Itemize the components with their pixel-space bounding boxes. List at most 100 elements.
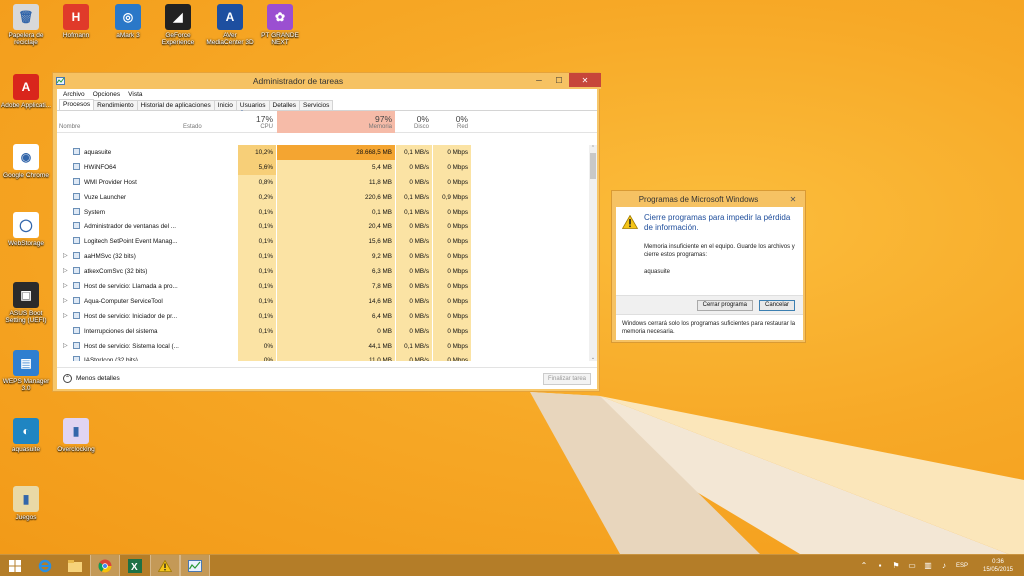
tab-servicios[interactable]: Servicios — [299, 100, 334, 110]
tray-app-icon[interactable]: ▪ — [874, 561, 886, 571]
warning-dialog-button[interactable] — [150, 554, 180, 576]
start-button[interactable] — [0, 555, 30, 576]
excel-button[interactable]: X — [120, 555, 150, 576]
scroll-up-icon[interactable]: ⌃ — [589, 145, 597, 151]
close-button[interactable]: ✕ — [569, 73, 601, 87]
clock[interactable]: 0:36 15/05/2015 — [978, 558, 1018, 574]
cancel-button[interactable]: Cancelar — [758, 299, 795, 311]
process-cpu: 0,1% — [238, 308, 276, 324]
tab-detalles[interactable]: Detalles — [268, 100, 301, 110]
desktop-icon[interactable]: ◐ aquasuite — [0, 418, 52, 453]
process-icon — [73, 222, 80, 230]
col-network[interactable]: 0% Red — [433, 111, 471, 133]
table-row[interactable]: IAStorIcon (32 bits) 0% 11,0 MB 0 MB/s 0 Mbp… — [57, 353, 593, 361]
desktop-icon[interactable]: ▤ WEPS Manager 3.0 — [0, 350, 52, 392]
tray-arrow-icon[interactable]: ⌃ — [858, 561, 870, 571]
file-explorer-button[interactable] — [60, 555, 90, 576]
chrome-button[interactable] — [90, 554, 120, 576]
table-row[interactable]: Vuze Launcher 0,2% 220,6 MB 0,1 MB/s 0,9 Mbp… — [57, 189, 593, 205]
vertical-scrollbar[interactable]: ⌃ ⌄ — [589, 145, 597, 361]
desktop-icon-label: WEPS Manager 3.0 — [2, 378, 50, 392]
desktop-icon[interactable]: ▮ Juegos — [0, 486, 52, 521]
table-row[interactable]: Interrupciones del sistema 0,1% 0 MB 0 MB/s… — [57, 323, 593, 339]
table-row[interactable]: ▷ Host de servicio: Llamada a pro... 0,1% 7… — [57, 279, 593, 295]
col-name[interactable]: Nombre — [59, 123, 159, 133]
desktop-icon-label: Juegos — [15, 514, 37, 521]
desktop-icon[interactable]: ◎ aMark 3 — [102, 4, 154, 39]
desktop-icon[interactable]: A AVer MediaCenter 3D — [204, 4, 256, 46]
tab-procesos[interactable]: Procesos — [59, 99, 95, 110]
expand-arrow-icon[interactable]: ▷ — [63, 339, 68, 354]
desktop-icon[interactable]: ▣ ASUS Boot Setting (UEFI) — [0, 282, 52, 324]
expand-arrow-icon[interactable]: ▷ — [63, 249, 68, 264]
ie-button[interactable] — [30, 555, 60, 576]
tab-historial[interactable]: Historial de aplicaciones — [136, 100, 215, 110]
process-icon — [73, 207, 80, 215]
process-name: ▷ Host de servicio: Llamada a pro... — [57, 279, 237, 294]
col-disk[interactable]: 0% Disco — [396, 111, 432, 133]
dialog-titlebar[interactable]: Programas de Microsoft Windows ✕ — [612, 191, 805, 207]
scroll-down-icon[interactable]: ⌄ — [589, 355, 597, 361]
table-row[interactable]: Logitech SetPoint Event Manag... 0,1% 15,6… — [57, 234, 593, 250]
expand-arrow-icon[interactable]: ▷ — [63, 294, 68, 309]
table-row[interactable]: aquasuite 10,2% 28.668,5 MB 0,1 MB/s 0 Mbps — [57, 145, 593, 160]
tab-rendimiento[interactable]: Rendimiento — [93, 100, 138, 110]
process-icon — [73, 162, 80, 170]
table-row[interactable]: WMI Provider Host 0,8% 11,8 MB 0 MB/s 0 Mbps — [57, 174, 593, 190]
table-row[interactable]: ▷ Aqua-Computer ServiceTool 0,1% 14,6 MB 0 M… — [57, 293, 593, 309]
table-row[interactable]: HWiNFO64 5,6% 5,4 MB 0 MB/s 0 Mbps — [57, 159, 593, 175]
menu-vista[interactable]: Vista — [124, 91, 146, 98]
process-disk: 0 MB/s — [396, 264, 432, 280]
close-program-button[interactable]: Cerrar programa — [696, 299, 753, 311]
tab-inicio[interactable]: Inicio — [213, 100, 237, 110]
tab-usuarios[interactable]: Usuarios — [235, 100, 270, 110]
task-manager-button[interactable] — [180, 554, 210, 576]
maximize-button[interactable]: ☐ — [549, 73, 569, 87]
table-row[interactable]: ▷ Host de servicio: Sistema local (... 0% 4… — [57, 338, 593, 354]
dialog-close-button[interactable]: ✕ — [785, 193, 801, 205]
col-status[interactable]: Estado — [183, 123, 237, 133]
start-icon — [9, 559, 21, 572]
expand-arrow-icon[interactable]: ▷ — [63, 309, 68, 324]
desktop-icon[interactable]: A Adobe Applicati... — [0, 74, 52, 109]
process-cpu: 0% — [238, 338, 276, 354]
col-cpu[interactable]: ˇ 17% CPU — [238, 111, 276, 133]
process-icon — [73, 296, 80, 304]
low-memory-dialog: Programas de Microsoft Windows ✕ Cierre … — [611, 190, 806, 343]
minimize-button[interactable]: ─ — [529, 73, 549, 87]
tray-network-icon[interactable]: ▥ — [922, 561, 934, 571]
expand-arrow-icon[interactable]: ▷ — [63, 264, 68, 279]
desktop-icon[interactable]: H Hofmann — [50, 4, 102, 39]
process-disk: 0 MB/s — [396, 249, 432, 265]
fewer-details-button[interactable]: ⌃ Menos detalles — [63, 374, 120, 383]
tray-monitor-icon[interactable]: ▭ — [906, 561, 918, 571]
desktop-icon[interactable]: ▮ Overclocking — [50, 418, 102, 453]
expand-arrow-icon[interactable]: ▷ — [63, 279, 68, 294]
process-name-text: Logitech SetPoint Event Manag... — [84, 238, 178, 246]
scroll-thumb[interactable] — [590, 153, 596, 179]
col-memory[interactable]: 97% Memoria — [277, 111, 395, 133]
desktop-icon[interactable]: 🗑 Papelera de reciclaje — [0, 4, 52, 46]
desktop-icon[interactable]: ✿ PT GRANDE NEXT — [254, 4, 306, 46]
tray-language[interactable]: ESP — [954, 561, 970, 571]
process-memory: 9,2 MB — [277, 249, 395, 265]
table-row[interactable]: ▷ atkexComSvc (32 bits) 0,1% 6,3 MB 0 MB/s 0 … — [57, 264, 593, 280]
process-name: aquasuite — [57, 145, 237, 160]
desktop-icon[interactable]: ◉ Google Chrome — [0, 144, 52, 179]
table-row[interactable]: System 0,1% 0,1 MB 0,1 MB/s 0 Mbps — [57, 204, 593, 220]
task-manager-titlebar[interactable]: Administrador de tareas ─ ☐ ✕ — [53, 73, 601, 89]
desktop-icon[interactable]: ◯ WebStorage — [0, 212, 52, 247]
table-row[interactable]: Administrador de ventanas del ... 0,1% 20,… — [57, 219, 593, 235]
table-row[interactable]: ▷ Host de servicio: Iniciador de pr... 0,1… — [57, 308, 593, 324]
end-task-button[interactable]: Finalizar tarea — [542, 372, 591, 385]
table-row[interactable]: ▷ aaHMSvc (32 bits) 0,1% 9,2 MB 0 MB/s 0 Mbps — [57, 249, 593, 265]
process-disk: 0 MB/s — [396, 219, 432, 235]
menu-opciones[interactable]: Opciones — [89, 91, 124, 98]
menu-archivo[interactable]: Archivo — [59, 91, 89, 98]
process-network: 0 Mbps — [433, 159, 471, 175]
process-cpu: 0,2% — [238, 189, 276, 205]
desktop-icon[interactable]: ◢ GeForce Experience — [152, 4, 204, 46]
process-network: 0 Mbps — [433, 204, 471, 220]
tray-volume-icon[interactable]: ♪ — [938, 561, 950, 571]
tray-flag-icon[interactable]: ⚑ — [890, 561, 902, 571]
